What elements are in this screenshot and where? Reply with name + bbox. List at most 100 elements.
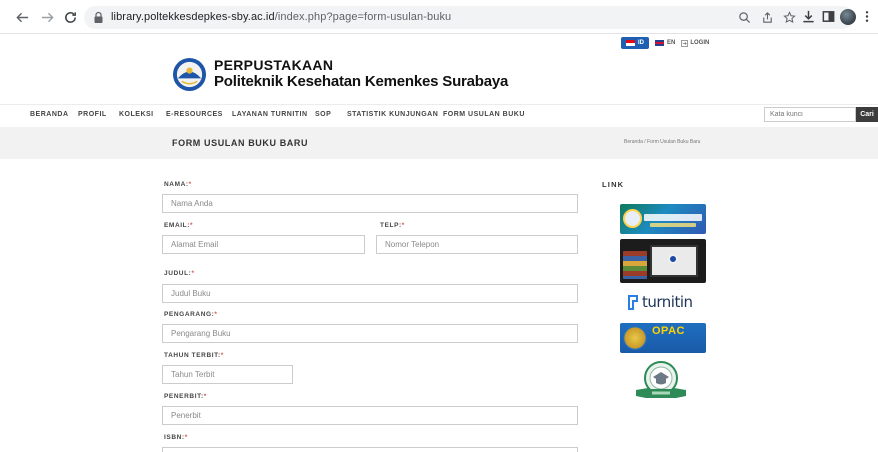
kebab-menu-icon [865, 11, 869, 22]
nav-layanan-turnitin[interactable]: LAYANAN TURNITIN [232, 111, 308, 118]
nav-profil[interactable]: PROFIL [78, 111, 107, 118]
judul-input[interactable] [162, 284, 578, 303]
arrow-right-icon [41, 12, 54, 22]
tahun-terbit-label-text: TAHUN TERBIT: [164, 352, 221, 359]
star-icon [783, 11, 796, 24]
email-input[interactable] [162, 235, 365, 254]
english-flag-icon [655, 40, 664, 46]
nama-input[interactable] [162, 194, 578, 213]
required-mark: * [184, 434, 188, 441]
page-title: FORM USULAN BUKU BARU [172, 138, 309, 148]
side-panel-icon [822, 11, 835, 22]
email-label-text: EMAIL: [164, 222, 190, 229]
lang-id-button[interactable]: ID [621, 37, 649, 49]
judul-label-text: JUDUL: [164, 270, 192, 277]
brand-subtitle: Politeknik Kesehatan Kemenkes Surabaya [214, 73, 509, 90]
share-icon [763, 12, 772, 23]
lock-icon [94, 11, 103, 23]
main-nav: BERANDA PROFIL KOLEKSI E-RESOURCES LAYAN… [0, 104, 878, 126]
sidebar-title: LINK [602, 180, 625, 189]
isbn-label: ISBN:* [164, 434, 188, 441]
url-domain: library.poltekkesdepkes-sby.ac.id [111, 11, 275, 23]
pengarang-label-text: PENGARANG: [164, 311, 215, 318]
back-button[interactable] [12, 7, 32, 27]
download-icon [803, 10, 814, 23]
tahun-terbit-label: TAHUN TERBIT:* [164, 352, 224, 359]
poltekkes-logo-icon[interactable] [172, 57, 207, 92]
poltekkes-emblem-icon [623, 209, 642, 228]
nama-label: NAMA:* [164, 181, 192, 188]
poltekkes-banner-link[interactable] [620, 204, 706, 234]
nav-e-resources[interactable]: E-RESOURCES [166, 111, 223, 118]
zoom-button[interactable] [737, 10, 752, 25]
lang-en-button[interactable]: EN [655, 37, 675, 49]
language-bar: ID EN LOGIN [621, 37, 709, 49]
side-panel-button[interactable] [820, 8, 837, 25]
opac-subtitle-strip [650, 340, 702, 348]
magnifier-icon [739, 12, 751, 24]
login-link[interactable]: LOGIN [681, 39, 710, 47]
required-mark: * [214, 311, 218, 318]
nav-form-usulan-buku[interactable]: FORM USULAN BUKU [443, 111, 525, 118]
share-button[interactable] [760, 10, 775, 25]
login-icon [681, 39, 689, 47]
lang-en-label: EN [667, 40, 676, 46]
search-input[interactable] [764, 107, 856, 122]
e-library-banner-link[interactable] [620, 239, 706, 283]
turnitin-banner-link[interactable]: turnitin [626, 291, 702, 313]
penerbit-label-text: PENERBIT: [164, 393, 204, 400]
login-label: LOGIN [690, 40, 710, 46]
downloads-button[interactable] [800, 8, 817, 25]
email-label: EMAIL:* [164, 222, 193, 229]
pppd-badge-icon[interactable] [634, 360, 688, 402]
nama-label-text: NAMA: [164, 181, 189, 188]
menu-button[interactable] [862, 8, 872, 25]
telp-label: TELP:* [380, 222, 405, 229]
address-bar[interactable]: library.poltekkesdepkes-sby.ac.id/index.… [84, 6, 854, 29]
turnitin-icon [628, 294, 638, 310]
forward-button[interactable] [37, 7, 57, 27]
required-mark: * [190, 222, 194, 229]
telp-label-text: TELP: [380, 222, 402, 229]
pengarang-input[interactable] [162, 324, 578, 343]
penerbit-input[interactable] [162, 406, 578, 425]
search-button[interactable]: Cari [856, 107, 878, 122]
banner-text-strip [644, 214, 702, 221]
judul-label: JUDUL:* [164, 270, 195, 277]
url-path: /index.php?page=form-usulan-buku [274, 11, 452, 23]
books-icon [623, 251, 647, 279]
opac-banner-link[interactable]: OPAC [620, 323, 706, 353]
nav-beranda[interactable]: BERANDA [30, 111, 69, 118]
logo-dot-icon [668, 254, 678, 264]
browser-toolbar: library.poltekkesdepkes-sby.ac.id/index.… [0, 0, 878, 34]
turnitin-text: turnitin [642, 293, 693, 311]
required-mark: * [188, 181, 192, 188]
bookmark-button[interactable] [782, 10, 797, 25]
east-java-emblem-icon [623, 326, 647, 350]
url-text: library.poltekkesdepkes-sby.ac.id/index.… [111, 11, 451, 23]
required-mark: * [401, 222, 405, 229]
penerbit-label: PENERBIT:* [164, 393, 207, 400]
lang-id-label: ID [638, 40, 644, 46]
reload-button[interactable] [60, 7, 80, 27]
indonesia-flag-icon [626, 40, 635, 46]
required-mark: * [203, 393, 207, 400]
isbn-label-text: ISBN: [164, 434, 185, 441]
tahun-terbit-input[interactable] [162, 365, 293, 384]
nav-koleksi[interactable]: KOLEKSI [119, 111, 154, 118]
banner-text-strip [650, 223, 696, 227]
arrow-left-icon [15, 12, 28, 22]
reload-icon [64, 11, 76, 23]
nav-sop[interactable]: SOP [315, 111, 331, 118]
profile-avatar[interactable] [840, 9, 856, 25]
required-mark: * [191, 270, 195, 277]
breadcrumb: Beranda / Form Usulan Buku Baru [624, 139, 701, 145]
pengarang-label: PENGARANG:* [164, 311, 218, 318]
brand-title: PERPUSTAKAAN [214, 57, 334, 73]
nav-statistik-kunjungan[interactable]: STATISTIK KUNJUNGAN [347, 111, 438, 118]
opac-text: OPAC [652, 325, 685, 337]
telp-input[interactable] [376, 235, 578, 254]
required-mark: * [220, 352, 224, 359]
page-title-bar [0, 127, 878, 159]
isbn-input[interactable] [162, 447, 578, 452]
